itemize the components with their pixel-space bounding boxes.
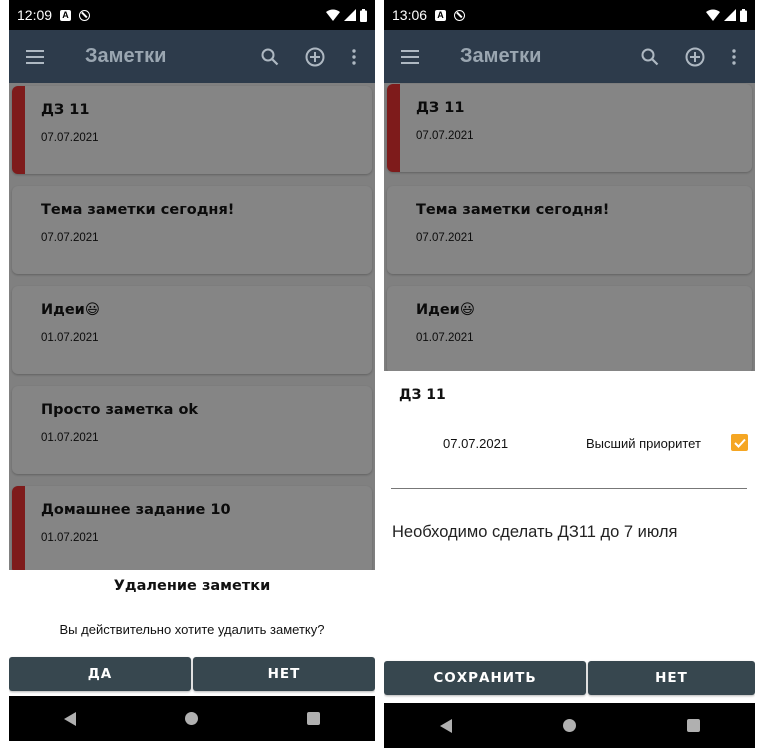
add-circle-icon[interactable]	[677, 39, 713, 75]
divider	[391, 488, 747, 489]
recents-icon[interactable]	[307, 712, 321, 725]
app-title: Заметки	[460, 45, 542, 67]
note-title: Тема заметки сегодня!	[416, 202, 610, 218]
note-date: 01.07.2021	[41, 432, 99, 444]
status-bar: 13:06 A	[384, 0, 755, 30]
nav-bar	[384, 703, 755, 748]
note-title: Идеи😃	[41, 302, 100, 318]
editor-date[interactable]: 07.07.2021	[443, 436, 508, 451]
priority-checkbox[interactable]	[731, 434, 748, 451]
note-card[interactable]: Тема заметки сегодня! 07.07.2021	[387, 186, 752, 274]
notes-list: ДЗ 11 07.07.2021 Тема заметки сегодня! 0…	[9, 83, 375, 574]
signal-icon	[724, 9, 736, 21]
check-icon	[733, 438, 746, 448]
right-screen: 13:06 A Заметки ДЗ 11 07.07.2021 Тема за…	[384, 0, 755, 748]
note-card[interactable]: Домашнее задание 10 01.07.2021	[12, 486, 372, 574]
signal-icon	[344, 9, 356, 21]
wifi-icon	[326, 9, 340, 21]
note-title: Домашнее задание 10	[41, 502, 231, 518]
note-body-input[interactable]: Необходимо сделать ДЗ11 до 7 июля	[392, 523, 677, 542]
battery-icon	[360, 8, 367, 22]
note-date: 01.07.2021	[41, 332, 99, 344]
nav-bar	[9, 696, 375, 741]
left-screen: 12:09 A Заметки ДЗ 11 07.07.2021 Тема за…	[9, 0, 375, 741]
status-bar: 12:09 A	[9, 0, 375, 30]
no-button[interactable]: НЕТ	[588, 661, 755, 695]
note-card[interactable]: ДЗ 11 07.07.2021	[387, 84, 752, 172]
status-time: 12:09	[17, 7, 53, 23]
search-icon[interactable]	[632, 39, 668, 75]
add-circle-icon[interactable]	[297, 39, 333, 75]
dialog-title: Удаление заметки	[113, 578, 271, 594]
note-card[interactable]: Тема заметки сегодня! 07.07.2021	[12, 186, 372, 274]
battery-icon	[740, 8, 747, 22]
notification-a-icon: A	[435, 9, 447, 21]
back-icon[interactable]	[439, 718, 452, 733]
delete-dialog: Удаление заметки Вы действительно хотите…	[9, 570, 375, 696]
app-title: Заметки	[85, 45, 167, 67]
note-card[interactable]: Идеи😃 01.07.2021	[12, 286, 372, 374]
note-title: ДЗ 11	[41, 102, 90, 118]
priority-label: Высший приоритет	[586, 436, 701, 451]
save-button[interactable]: СОХРАНИТЬ	[384, 661, 586, 695]
note-date: 07.07.2021	[41, 232, 99, 244]
note-card[interactable]: ДЗ 11 07.07.2021	[12, 86, 372, 174]
wifi-icon	[706, 9, 720, 21]
note-date: 07.07.2021	[416, 232, 474, 244]
note-title: Идеи😃	[416, 302, 475, 318]
note-title: Тема заметки сегодня!	[41, 202, 235, 218]
status-time: 13:06	[392, 7, 428, 23]
note-card[interactable]: Идеи😃 01.07.2021	[387, 286, 752, 374]
dnd-icon	[454, 9, 466, 21]
notification-a-icon: A	[60, 9, 72, 21]
more-vert-icon[interactable]	[716, 39, 752, 75]
note-card[interactable]: Просто заметка ok 01.07.2021	[12, 386, 372, 474]
notes-list: ДЗ 11 07.07.2021 Тема заметки сегодня! 0…	[384, 83, 755, 374]
note-date: 07.07.2021	[416, 130, 474, 142]
note-title: ДЗ 11	[416, 100, 465, 116]
no-button[interactable]: НЕТ	[193, 657, 375, 691]
note-date: 07.07.2021	[41, 132, 99, 144]
app-bar: Заметки	[9, 30, 375, 83]
home-icon[interactable]	[184, 712, 198, 725]
home-icon[interactable]	[562, 719, 576, 732]
dnd-icon	[79, 9, 91, 21]
edit-note-sheet: ДЗ 11 07.07.2021 Высший приоритет Необхо…	[384, 371, 755, 703]
back-icon[interactable]	[63, 711, 76, 726]
menu-icon[interactable]	[26, 49, 44, 64]
recents-icon[interactable]	[686, 719, 700, 732]
editor-title: ДЗ 11	[399, 387, 446, 403]
note-date: 01.07.2021	[416, 332, 474, 344]
menu-icon[interactable]	[401, 49, 419, 64]
note-date: 01.07.2021	[41, 532, 99, 544]
note-title: Просто заметка ok	[41, 402, 199, 418]
app-bar: Заметки	[384, 30, 755, 83]
more-vert-icon[interactable]	[336, 39, 372, 75]
yes-button[interactable]: ДА	[9, 657, 191, 691]
dialog-message: Вы действительно хотите удалить заметку?	[59, 622, 325, 637]
search-icon[interactable]	[252, 39, 288, 75]
